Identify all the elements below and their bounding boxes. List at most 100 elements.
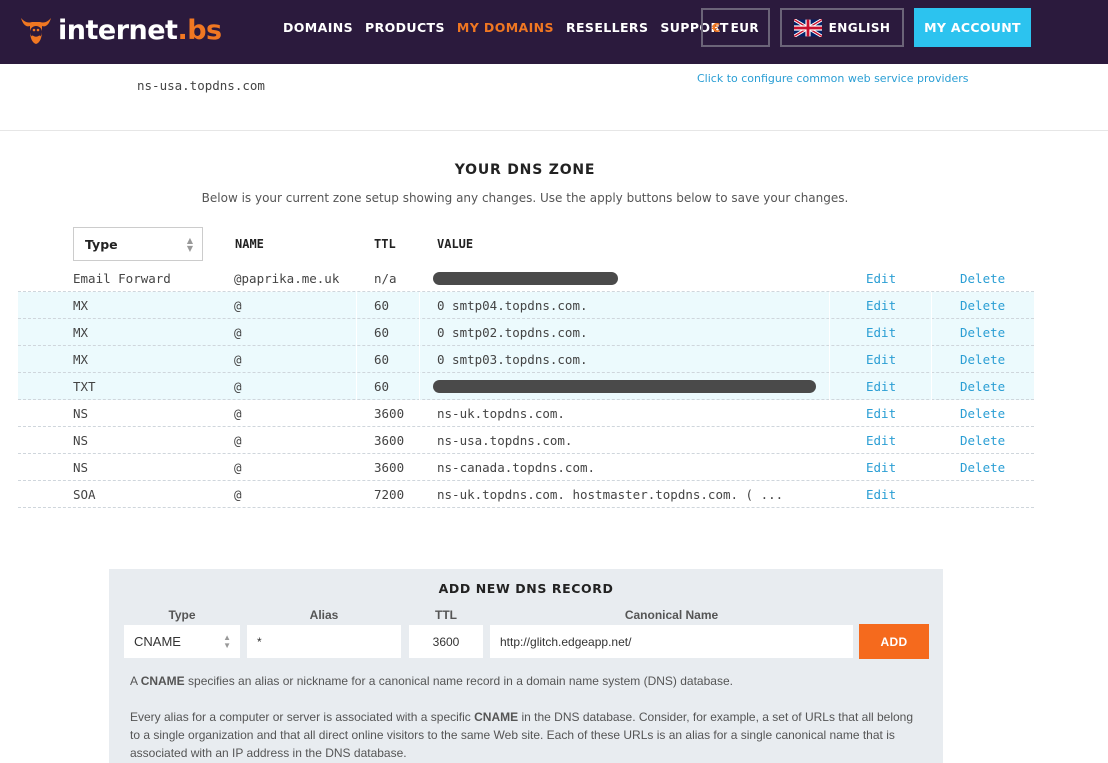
col-header-name: NAME xyxy=(235,237,264,251)
edit-record-link[interactable]: Edit xyxy=(866,406,896,421)
delete-record-link[interactable]: Delete xyxy=(960,433,1005,448)
dns-record-row: MX @60 0 smtp03.topdns.com. Edit Delete xyxy=(18,346,1034,373)
record-type-select[interactable]: CNAME ▲ ▼ xyxy=(124,625,240,658)
nameserver-line: ns-usa.topdns.com xyxy=(137,78,265,93)
record-value-cell: 0 smtp03.topdns.com. xyxy=(437,352,588,367)
delete-record-link[interactable]: Delete xyxy=(960,325,1005,340)
delete-record-link[interactable]: Delete xyxy=(960,271,1005,286)
currency-label: EUR xyxy=(730,20,760,35)
main-nav: DOMAINS PRODUCTS MY DOMAINS RESELLERS SU… xyxy=(283,20,741,35)
record-ttl-cell: 3600 xyxy=(374,460,405,475)
edit-record-link[interactable]: Edit xyxy=(866,487,896,502)
edit-record-link[interactable]: Edit xyxy=(866,433,896,448)
add-record-button[interactable]: ADD xyxy=(859,624,929,659)
type-filter-select[interactable]: Type ▲ ▼ xyxy=(73,227,203,261)
euro-icon: € xyxy=(711,20,721,35)
edit-record-link[interactable]: Edit xyxy=(866,325,896,340)
record-name-cell: @ xyxy=(234,298,242,313)
logo[interactable]: internet.bs xyxy=(18,10,222,50)
record-type-cell: MX xyxy=(73,352,89,367)
record-ttl-cell: 60 xyxy=(374,379,390,394)
record-ttl-cell: 3600 xyxy=(374,433,405,448)
record-ttl-cell: 3600 xyxy=(374,406,405,421)
record-type-label: Type xyxy=(168,608,196,622)
record-type-cell: NS xyxy=(73,460,89,475)
nav-domains[interactable]: DOMAINS xyxy=(283,20,353,35)
col-header-value: VALUE xyxy=(437,237,474,251)
column-separator xyxy=(829,292,830,319)
record-name-cell: @ xyxy=(234,379,242,394)
redacted-value xyxy=(433,380,816,393)
record-ttl-cell: 7200 xyxy=(374,487,405,502)
dns-records-table: Email Forward @paprika.me.uk n/a Edit Delete… xyxy=(18,265,1034,508)
record-value-cell: 0 smtp02.topdns.com. xyxy=(437,325,588,340)
add-record-title: ADD NEW DNS RECORD xyxy=(438,581,614,596)
column-separator xyxy=(829,346,830,373)
col-header-ttl: TTL xyxy=(374,237,396,251)
dns-record-row: SOA @7200 ns-uk.topdns.com. hostmaster.top… xyxy=(18,481,1034,508)
record-name-cell: @ xyxy=(234,433,242,448)
my-account-button[interactable]: MY ACCOUNT xyxy=(914,8,1031,47)
ttl-label: TTL xyxy=(435,608,457,622)
record-name-cell: @ xyxy=(234,352,242,367)
column-separator xyxy=(356,346,357,373)
column-separator xyxy=(829,319,830,346)
record-type-cell: MX xyxy=(73,325,89,340)
dns-record-row: NS @3600 ns-canada.topdns.com. Edit Delete xyxy=(18,454,1034,481)
dns-record-row: TXT @60 Edit Delete xyxy=(18,373,1034,400)
edit-record-link[interactable]: Edit xyxy=(866,379,896,394)
section-divider xyxy=(0,130,1108,131)
dns-record-row: MX @60 0 smtp02.topdns.com. Edit Delete xyxy=(18,319,1034,346)
delete-record-link[interactable]: Delete xyxy=(960,298,1005,313)
dns-record-row: NS @3600 ns-usa.topdns.com. Edit Delete xyxy=(18,427,1034,454)
record-name-cell: @ xyxy=(234,487,242,502)
dns-record-row: NS @3600 ns-uk.topdns.com. Edit Delete xyxy=(18,400,1034,427)
record-type-cell: NS xyxy=(73,406,89,421)
edit-record-link[interactable]: Edit xyxy=(866,352,896,367)
top-navigation-bar: internet.bs DOMAINS PRODUCTS MY DOMAINS … xyxy=(0,0,1108,64)
column-separator xyxy=(419,319,420,346)
record-value-cell: ns-uk.topdns.com. hostmaster.topdns.com.… xyxy=(437,487,784,502)
column-separator xyxy=(356,319,357,346)
ttl-input[interactable]: 3600 xyxy=(409,625,483,658)
language-button[interactable]: ENGLISH xyxy=(780,8,904,47)
edit-record-link[interactable]: Edit xyxy=(866,298,896,313)
column-separator xyxy=(419,292,420,319)
dns-zone-title: YOUR DNS ZONE xyxy=(454,162,596,178)
delete-record-link[interactable]: Delete xyxy=(960,379,1005,394)
nav-products[interactable]: PRODUCTS xyxy=(365,20,445,35)
column-separator xyxy=(419,373,420,400)
delete-record-link[interactable]: Delete xyxy=(960,460,1005,475)
edit-record-link[interactable]: Edit xyxy=(866,460,896,475)
redacted-value xyxy=(433,272,618,285)
record-type-cell: MX xyxy=(73,298,89,313)
record-ttl-cell: 60 xyxy=(374,325,390,340)
record-value-cell: ns-usa.topdns.com. xyxy=(437,433,573,448)
nav-resellers[interactable]: RESELLERS xyxy=(566,20,648,35)
alias-label: Alias xyxy=(309,608,339,622)
dns-record-row: MX @60 0 smtp04.topdns.com. Edit Delete xyxy=(18,292,1034,319)
record-value-cell: 0 smtp04.topdns.com. xyxy=(437,298,588,313)
column-separator xyxy=(931,319,932,346)
configure-providers-link[interactable]: Click to configure common web service pr… xyxy=(697,72,969,85)
record-type-cell: NS xyxy=(73,433,89,448)
nav-my-domains[interactable]: MY DOMAINS xyxy=(457,20,554,35)
currency-button[interactable]: € EUR xyxy=(701,8,770,47)
edit-record-link[interactable]: Edit xyxy=(866,271,896,286)
delete-record-link[interactable]: Delete xyxy=(960,352,1005,367)
column-separator xyxy=(931,346,932,373)
record-type-value: CNAME xyxy=(134,634,181,649)
record-value-cell: ns-canada.topdns.com. xyxy=(437,460,596,475)
record-name-cell: @ xyxy=(234,325,242,340)
canonical-name-input[interactable]: http://glitch.edgeapp.net/ xyxy=(490,625,853,658)
record-name-cell: @ xyxy=(234,460,242,475)
record-type-cell: Email Forward xyxy=(73,271,171,286)
language-label: ENGLISH xyxy=(828,20,891,35)
column-separator xyxy=(356,373,357,400)
canonical-name-label: Canonical Name xyxy=(624,608,719,622)
type-filter-label: Type xyxy=(85,236,118,252)
delete-record-link[interactable]: Delete xyxy=(960,406,1005,421)
column-separator xyxy=(931,373,932,400)
alias-input[interactable]: * xyxy=(247,625,401,658)
add-dns-record-panel: ADD NEW DNS RECORD Type Alias TTL Canoni… xyxy=(109,569,943,763)
